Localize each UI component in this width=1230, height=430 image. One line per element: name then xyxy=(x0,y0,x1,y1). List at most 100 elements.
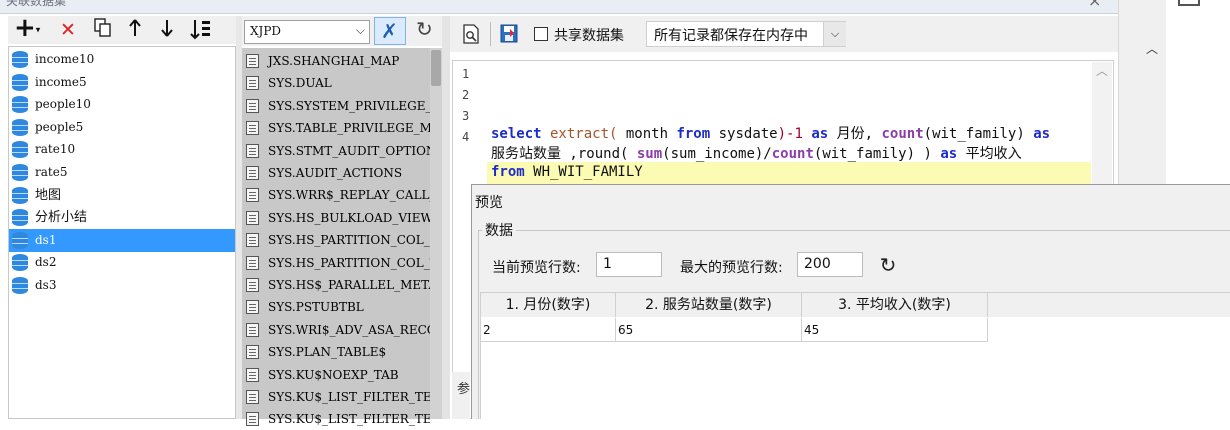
column-header[interactable]: 3. 平均收入(数字) xyxy=(802,293,988,317)
dataset-item-label: rate5 xyxy=(35,165,68,179)
sql-line: from WH_WIT_FAMILY xyxy=(491,164,643,180)
table-item[interactable]: SYS.DUAL xyxy=(242,72,430,94)
column-header[interactable]: 1. 月份(数字) xyxy=(481,293,616,317)
max-rows-value: 200 xyxy=(804,256,831,272)
preview-dialog-title: 预览 xyxy=(475,195,503,211)
table-item[interactable]: SYS.KU$NOEXP_TAB xyxy=(242,364,430,386)
dataset-item-label: income10 xyxy=(35,52,95,66)
dataset-item[interactable]: ds3 xyxy=(9,274,235,297)
database-icon xyxy=(12,118,28,136)
table-item[interactable]: SYS.HS$_PARALLEL_METADATA xyxy=(242,274,430,296)
dataset-item[interactable]: income10 xyxy=(9,48,235,71)
table-list-scroll-thumb[interactable] xyxy=(431,50,441,86)
max-rows-label: 最大的预览行数: xyxy=(680,260,783,276)
refresh-button[interactable]: ↻ xyxy=(412,17,440,45)
editor-scrollbar[interactable] xyxy=(1092,62,1112,192)
table-item-label: SYS.KU$_LIST_FILTER_TEMP_2 xyxy=(268,412,430,427)
delete-icon[interactable]: ✕ xyxy=(60,18,76,42)
parameter-tab-label[interactable]: 参 xyxy=(457,378,470,397)
table-icon xyxy=(246,255,259,270)
table-item-label: SYS.KU$_LIST_FILTER_TEMP xyxy=(268,390,430,404)
dataset-item[interactable]: people5 xyxy=(9,116,235,139)
add-icon[interactable]: +▾ xyxy=(14,15,40,42)
database-icon xyxy=(12,73,28,91)
dataset-item[interactable]: ds1 xyxy=(9,228,235,252)
preview-icon[interactable] xyxy=(462,24,480,44)
table-item[interactable]: SYS.HS_PARTITION_COL_NAME xyxy=(242,229,430,251)
tools-button[interactable]: ✗ xyxy=(374,17,406,45)
table-item[interactable]: SYS.HS_BULKLOAD_VIEW_OBJ xyxy=(242,207,430,229)
sort-icon[interactable] xyxy=(190,18,212,42)
data-group-label: 数据 xyxy=(482,220,516,240)
dataset-item-label: income5 xyxy=(35,74,87,89)
table-item[interactable]: SYS.PLAN_TABLE$ xyxy=(242,341,430,363)
current-rows-field[interactable]: 1 xyxy=(596,252,662,277)
share-dataset-checkbox[interactable] xyxy=(534,27,548,41)
grid-cell[interactable]: 45 xyxy=(802,318,988,342)
copy-icon[interactable] xyxy=(94,18,112,42)
max-rows-field[interactable]: 200 xyxy=(797,252,863,277)
table-item-label: SYS.TABLE_PRIVILEGE_MAP xyxy=(268,121,430,136)
table-icon xyxy=(246,188,259,203)
column-header[interactable]: 2. 服务站数量(数字) xyxy=(616,293,802,317)
dataset-item[interactable]: 分析小结 xyxy=(9,206,235,229)
close-icon[interactable]: × xyxy=(1088,0,1101,10)
table-item[interactable]: JXS.SHANGHAI_MAP xyxy=(242,50,430,72)
table-icon xyxy=(246,322,259,337)
grid-cell[interactable]: 2 xyxy=(481,318,616,342)
dataset-item-label: rate10 xyxy=(35,142,76,157)
scroll-up-icon[interactable]: ︿ xyxy=(1146,40,1158,57)
dataset-item-label: people10 xyxy=(35,97,91,112)
window-title-bar: 关联数据集 × xyxy=(0,0,1118,14)
dataset-item-label: people5 xyxy=(35,119,84,134)
save-icon[interactable] xyxy=(500,24,518,44)
table-icon xyxy=(246,166,259,180)
table-item[interactable]: SYS.TABLE_PRIVILEGE_MAP xyxy=(242,117,430,139)
database-icon xyxy=(12,277,28,294)
table-item-label: SYS.HS_PARTITION_COL_NAME xyxy=(268,233,430,248)
refresh-icon: ↻ xyxy=(416,17,433,41)
table-item[interactable]: SYS.SYSTEM_PRIVILEGE_MAP xyxy=(242,95,430,117)
table-item[interactable]: SYS.WRI$_ADV_ASA_RECO_DATA xyxy=(242,319,430,341)
table-item-label: SYS.PLAN_TABLE$ xyxy=(268,345,387,360)
database-icon xyxy=(12,141,28,159)
panel-splitter[interactable] xyxy=(442,16,450,419)
database-icon xyxy=(12,164,28,181)
table-item[interactable]: SYS.PSTUBTBL xyxy=(242,296,430,318)
dataset-item[interactable]: income5 xyxy=(9,71,235,94)
table-icon xyxy=(246,412,259,427)
table-item-label: SYS.AUDIT_ACTIONS xyxy=(268,166,403,180)
dataset-item[interactable]: rate10 xyxy=(9,138,235,161)
dataset-item[interactable]: ds2 xyxy=(9,251,235,274)
share-dataset-label: 共享数据集 xyxy=(554,28,624,44)
dataset-item[interactable]: 地图 xyxy=(9,184,235,207)
table-item[interactable]: SYS.HS_PARTITION_COL_TYPE xyxy=(242,252,430,274)
table-item-label: SYS.SYSTEM_PRIVILEGE_MAP xyxy=(268,98,430,113)
table-item-label: SYS.HS_BULKLOAD_VIEW_OBJ xyxy=(268,210,430,225)
memory-mode-select[interactable]: 所有记录都保存在内存中 ⌵ xyxy=(646,21,846,47)
table-item[interactable]: SYS.KU$_LIST_FILTER_TEMP xyxy=(242,386,430,408)
table-item-label: SYS.WRI$_ADV_ASA_RECO_DATA xyxy=(268,322,430,337)
table-list-scrollbar[interactable] xyxy=(430,48,442,419)
scroll-up-icon[interactable]: ︿ xyxy=(1096,62,1108,79)
tools-icon: ✗ xyxy=(381,19,398,43)
window-icon xyxy=(1178,0,1200,6)
table-item[interactable]: SYS.AUDIT_ACTIONS xyxy=(242,162,430,184)
table-item-label: SYS.STMT_AUDIT_OPTION_MAP xyxy=(268,143,430,158)
dataset-item[interactable]: people10 xyxy=(9,93,235,116)
table-item[interactable]: SYS.STMT_AUDIT_OPTION_MAP xyxy=(242,140,430,162)
table-icon xyxy=(246,210,259,225)
current-rows-value: 1 xyxy=(603,256,612,272)
grid-cell[interactable]: 65 xyxy=(616,318,802,342)
schema-select[interactable]: XJPD ⌵ xyxy=(244,20,370,44)
dataset-item[interactable]: rate5 xyxy=(9,161,235,184)
move-up-icon[interactable] xyxy=(128,18,142,42)
schema-select-value: XJPD xyxy=(250,24,282,38)
table-item[interactable]: SYS.KU$_LIST_FILTER_TEMP_2 xyxy=(242,408,430,430)
table-icon xyxy=(246,278,259,292)
table-item[interactable]: SYS.WRR$_REPLAY_CALL_FILTER xyxy=(242,184,430,206)
move-down-icon[interactable] xyxy=(160,18,174,42)
refresh-icon[interactable]: ↻ xyxy=(876,252,900,278)
table-icon xyxy=(246,390,259,404)
table-icon xyxy=(246,98,259,113)
